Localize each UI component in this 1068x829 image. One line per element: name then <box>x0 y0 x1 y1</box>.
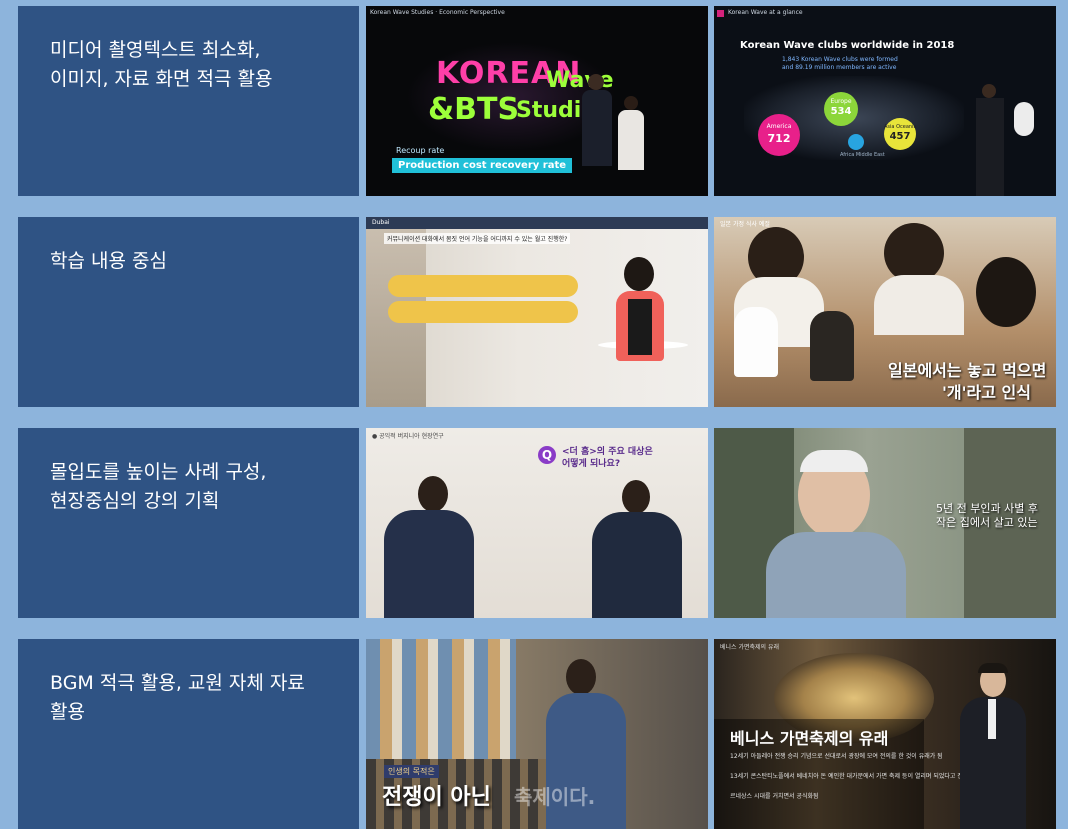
feature-label-line: 미디어 촬영텍스트 최소화, <box>50 39 261 61</box>
lecture-screenshot-office: 인생의 목적은 전쟁이 아닌 축제이다. <box>366 639 708 829</box>
caption-bar: Production cost recovery rate <box>392 158 573 173</box>
logo-icon <box>1014 102 1034 136</box>
lecture-screenshot-kwave-map: Korean Wave at a glance Korean Wave club… <box>714 6 1056 196</box>
question-badge-icon: Q <box>538 446 556 464</box>
gesture-icons-row <box>388 275 578 297</box>
slide-question: 어떻게 되나요? <box>562 459 621 469</box>
feature-label: 미디어 촬영텍스트 최소화, 이미지, 자료 화면 적극 활용 <box>18 6 359 196</box>
slide-subtitle: 1,843 Korean Wave clubs were formed <box>782 56 898 63</box>
caption-tag: 인생의 목적은 <box>384 765 439 778</box>
subtitle-caption: 일본에서는 놓고 먹으면 <box>888 361 1047 380</box>
feature-label-line: 몰입도를 높이는 사례 구성, <box>50 461 267 483</box>
map-bubble: Europe 534 <box>824 92 858 126</box>
slide-bullet: 르네상스 시대를 거치면서 공식화됨 <box>730 793 819 800</box>
map-bubble: Asia Oceania 457 <box>884 118 917 150</box>
feature-label-line: BGM 적극 활용, 교원 자체 자료 <box>50 672 305 694</box>
screenshot-header: 베니스 가면축제의 유래 <box>720 644 780 651</box>
caption-tag: Recoup rate <box>396 146 445 155</box>
screenshot-header: 일본 가정 식사 예절 <box>720 221 770 228</box>
lecture-screenshot-kwave-studio: Korean Wave Studies · Economic Perspecti… <box>366 6 708 196</box>
feature-label-line: 이미지, 자료 화면 적극 활용 <box>50 68 273 90</box>
lecture-screenshot-elder: 5년 전 부인과 사별 후 작은 집에서 살고 있는 <box>714 428 1056 618</box>
screenshot-header: ● 공익적 버지니아 현장연구 <box>372 433 444 440</box>
lecture-screenshot-dining: 일본 가정 식사 예절 일본에서는 놓고 먹으면 '개'라고 인식 <box>714 217 1056 407</box>
feature-label-line: 학습 내용 중심 <box>50 250 167 272</box>
feature-label: BGM 적극 활용, 교원 자체 자료 활용 <box>18 639 359 829</box>
feature-label-line: 현장중심의 강의 기획 <box>50 490 220 512</box>
lecture-screenshot-venice: 베니스 가면축제의 유래 베니스 가면축제의 유래 12세기 아들레아 전쟁 승… <box>714 639 1056 829</box>
screenshot-header: Dubai <box>372 219 390 226</box>
slide-bullet: 13세기 콘스탄티노플에서 베네치아 돈 예인한 대가문에서 가면 축제 등이 … <box>730 773 974 780</box>
map-bubble <box>848 134 864 150</box>
feature-label: 몰입도를 높이는 사례 구성, 현장중심의 강의 기획 <box>18 428 359 618</box>
feature-row-2: 학습 내용 중심 Dubai 커뮤니케이션 대화에서 몸짓 언어 기능을 어디까… <box>18 217 1056 407</box>
map-bubble: America 712 <box>758 114 800 156</box>
feature-row-1: 미디어 촬영텍스트 최소화, 이미지, 자료 화면 적극 활용 Korean W… <box>18 6 1056 196</box>
feature-label: 학습 내용 중심 <box>18 217 359 407</box>
screenshot-header: Korean Wave Studies · Economic Perspecti… <box>370 9 505 16</box>
subtitle-caption: 작은 집에서 살고 있는 <box>936 516 1038 529</box>
slide-title: 베니스 가면축제의 유래 <box>730 729 889 748</box>
lecture-screenshot-gesture: Dubai 커뮤니케이션 대화에서 몸짓 언어 기능을 어디까지 수 있는 월고… <box>366 217 708 407</box>
lecture-screenshot-interview: ● 공익적 버지니아 현장연구 Q <더 홈>의 주요 대상은 어떻게 되나요? <box>366 428 708 618</box>
subtitle-caption: '개'라고 인식 <box>942 383 1031 402</box>
slide-question: 커뮤니케이션 대화에서 몸짓 언어 기능을 어디까지 수 있는 월고 진행한? <box>384 233 571 244</box>
slide-title: Korean Wave clubs worldwide in 2018 <box>740 40 955 51</box>
gesture-icons-row <box>388 301 578 323</box>
subtitle-caption: 전쟁이 아닌 <box>382 785 491 810</box>
screenshot-header: Korean Wave at a glance <box>728 9 803 16</box>
logo-text: &BTS <box>428 92 520 127</box>
slide-bullet: 12세기 아들레아 전쟁 승리 기념으로 선대로서 광장에 모여 전의를 한 것… <box>730 753 943 760</box>
feature-label-line: 활용 <box>50 701 85 723</box>
subtitle-caption: 축제이다. <box>514 785 596 809</box>
feature-row-4: BGM 적극 활용, 교원 자체 자료 활용 인생의 목적은 전쟁이 아닌 축제… <box>18 639 1056 829</box>
feature-row-3: 몰입도를 높이는 사례 구성, 현장중심의 강의 기획 ● 공익적 버지니아 현… <box>18 428 1056 618</box>
slide-subtitle: and 89.19 million members are active <box>782 64 897 71</box>
map-bubble-label: Africa Middle East <box>840 152 885 158</box>
